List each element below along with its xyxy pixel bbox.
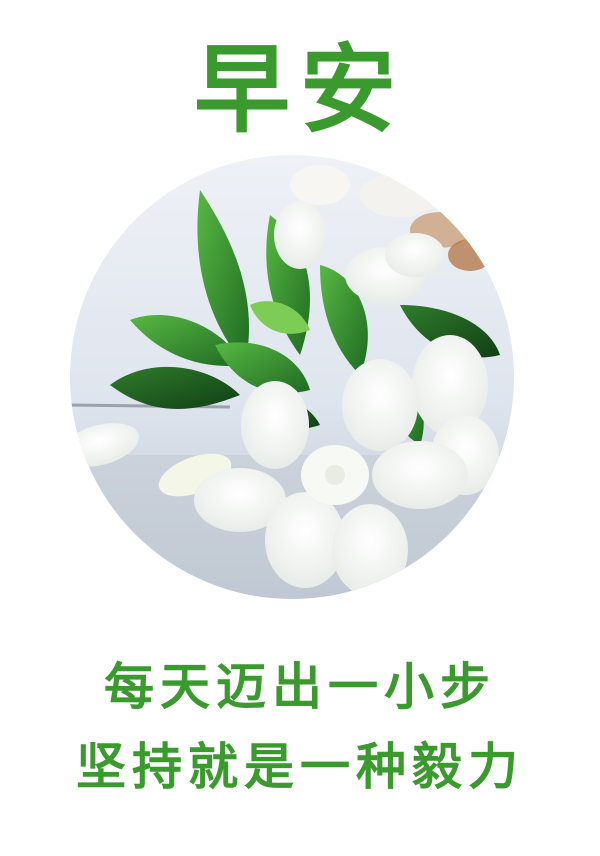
caption-line-2: 坚持就是一种毅力	[76, 738, 524, 796]
caption-line-1: 每天迈出一小步	[104, 658, 496, 716]
gardenia-photo	[70, 155, 514, 599]
greeting-title: 早安	[194, 34, 406, 146]
